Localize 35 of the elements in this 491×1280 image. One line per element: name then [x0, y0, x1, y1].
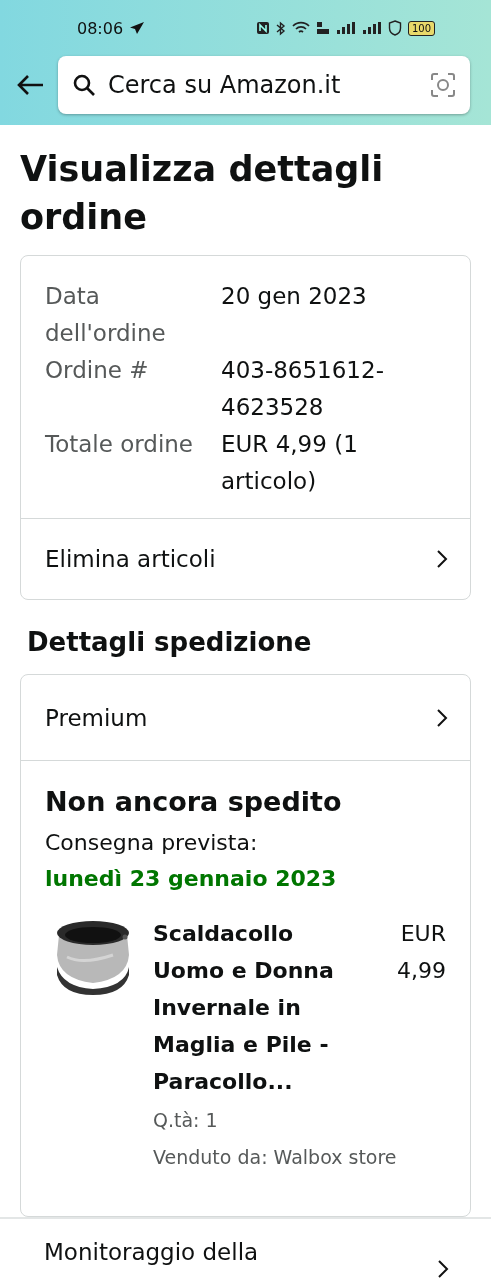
field-value: 20 gen 2023 [221, 282, 368, 311]
chevron-right-icon [436, 707, 448, 728]
delivery-date: lunedì 23 gennaio 2023 [45, 865, 338, 893]
bluetooth-icon [275, 20, 286, 36]
premium-row[interactable]: Premium [21, 675, 470, 761]
search-icon [72, 73, 96, 97]
product-title[interactable]: Scaldacollo Uomo e Donna Invernale in Maglia e Pile - Paracollo... [153, 915, 362, 1100]
camera-search-icon[interactable] [430, 72, 456, 98]
section-heading: Dettagli spedizione [27, 626, 313, 659]
shipment-status: Non ancora spedito [45, 785, 343, 819]
signal-icon [335, 22, 356, 34]
tracking-row[interactable]: Monitoraggio della [0, 1217, 491, 1279]
delete-items-row[interactable]: Elimina articoli [21, 518, 470, 599]
delivery-label: Consegna prevista: [45, 829, 259, 857]
quantity: Q.tà: 1 [153, 1108, 219, 1133]
nfc-icon [255, 21, 270, 35]
seller: Venduto da: Walbox store [153, 1145, 398, 1170]
back-arrow-icon[interactable] [16, 74, 44, 96]
page-title: Visualizza dettagli ordine [20, 148, 385, 239]
send-icon [129, 21, 146, 35]
chevron-right-icon [437, 1259, 449, 1279]
product-price: EUR 4,99 [396, 920, 446, 985]
status-time: 08:06 [77, 18, 124, 38]
field-value: EUR 4,99 (1 articolo) [221, 430, 359, 496]
search-bar[interactable]: Cerca su Amazon.it [58, 56, 470, 114]
battery-indicator: 100 [407, 20, 435, 36]
field-label: Data dell'ordine [45, 282, 167, 348]
field-value: 403-8651612-4623528 [221, 356, 385, 422]
wifi-icon [291, 21, 310, 35]
search-field[interactable]: Cerca su Amazon.it [108, 71, 418, 99]
chevron-right-icon [436, 549, 448, 569]
shield-icon [387, 20, 402, 36]
signal-icon [361, 22, 382, 34]
field-label: Totale ordine [45, 430, 195, 459]
field-label: Ordine # [45, 356, 150, 385]
